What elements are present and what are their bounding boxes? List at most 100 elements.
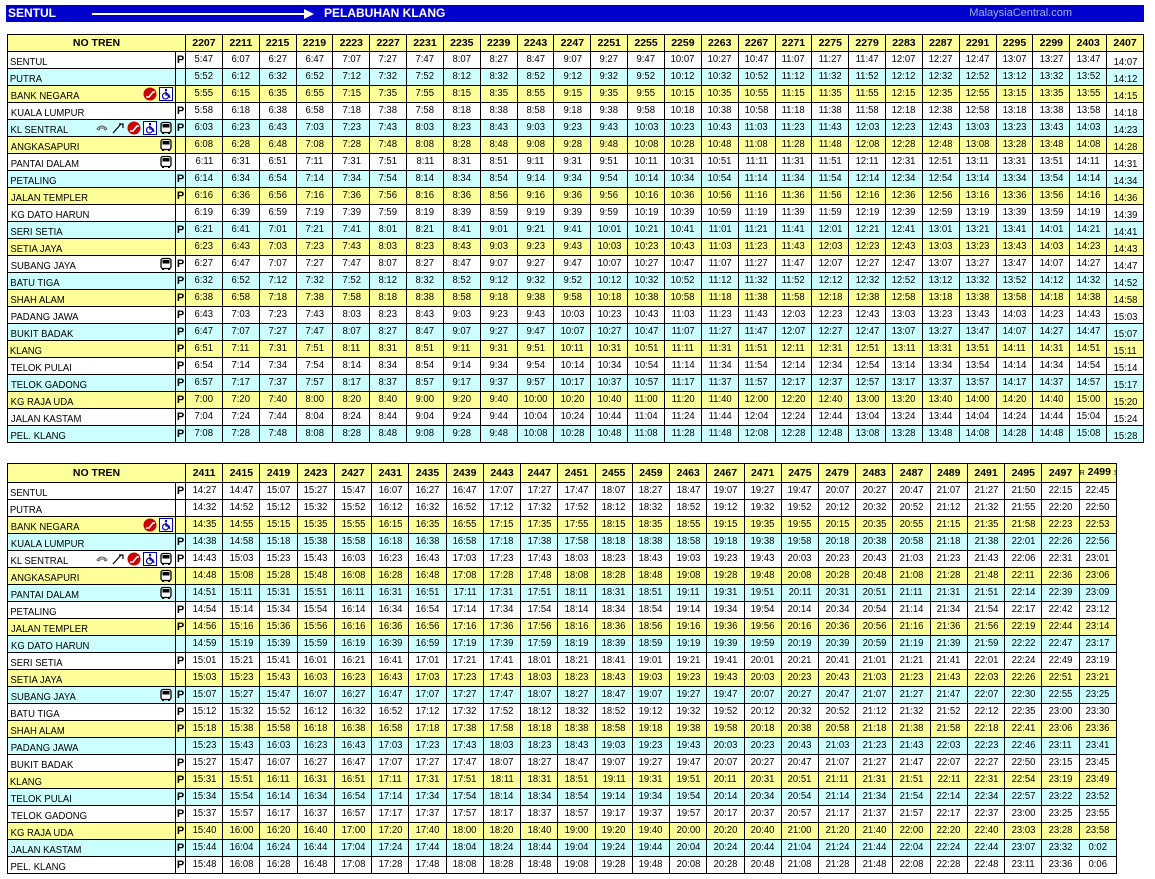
train-number: 2279 [848,34,887,52]
departure-time-text: 7:58 [342,292,361,303]
departure-time: 18:18 [520,720,559,738]
departure-time: 7:03 [295,119,334,137]
departure-time-text: 11:27 [745,258,769,269]
departure-time: 14:27 [1069,255,1108,273]
departure-time-text: 18:14 [490,791,514,802]
departure-time-text: 6:47 [305,54,324,65]
departure-time-text: 21:36 [936,621,961,632]
departure-time: 14:47 [1106,255,1144,273]
departure-time-text: 13:27 [1039,54,1064,65]
departure-time: 15:01 [184,652,224,670]
departure-time-text: 17:20 [378,825,403,836]
departure-time: 13:58 [1069,102,1108,120]
departure-time-text: 7:16 [305,190,324,201]
departure-time-text: 16:43 [341,740,365,751]
departure-time: 18:36 [594,618,633,636]
departure-time-text: 21:43 [936,672,961,683]
station-name: PETALING [10,607,57,618]
departure-time-text: 21:07 [936,485,961,496]
departure-time-text: 7:11 [305,156,324,167]
departure-time-text: 16:31 [303,774,328,785]
departure-time-text: 18:07 [601,485,626,496]
departure-time-text: 22:24 [1011,655,1036,666]
departure-time-text: 19:15 [713,519,738,530]
departure-time: 15:38 [222,720,261,738]
departure-time: 10:24 [553,408,592,426]
train-number: 2207 [185,34,223,52]
station-row: BUKIT BADAK P 15:27 15:47 16:07 16:27 16:47 17:… [7,754,1118,772]
departure-time: 6:16 [185,187,223,205]
departure-time: 16:07 [296,686,335,704]
departure-time: 23:12 [1078,601,1118,619]
departure-time-text: 18:03 [490,740,514,751]
departure-time: 18:28 [482,856,522,874]
departure-time: 17:17 [371,805,410,823]
departure-time-text: 19:03 [601,740,626,751]
departure-time-text: 15:59 [303,638,328,649]
departure-time-text: 8:00 [305,394,324,405]
departure-time-text: 11:41 [781,224,805,235]
departure-time-text: 18:24 [490,842,514,853]
departure-time-text: 18:11 [564,587,589,598]
departure-time: 6:41 [221,221,260,239]
departure-time: 22:36 [1041,567,1080,585]
departure-time: 8:41 [442,221,481,239]
departure-time: 7:51 [369,153,408,171]
departure-time-text: 18:36 [601,621,626,632]
departure-time: 20:32 [855,499,894,517]
station-name: JALAN TEMPLER [11,624,88,635]
train-number: 2435 [408,463,447,483]
departure-time-text: 22:04 [899,842,924,853]
departure-time-text: 19:12 [639,706,663,717]
departure-time-text: 14:43 [1076,309,1101,320]
departure-time: 13:40 [921,391,960,409]
departure-time: 21:00 [780,822,819,840]
departure-time: 11:11 [663,340,702,358]
departure-time-text: 21:47 [899,757,924,768]
departure-time-text: 13:27 [965,258,990,269]
departure-time-text: 15:03 [192,672,216,683]
departure-time: 12:51 [921,153,960,171]
departure-time: 7:27 [295,255,334,273]
departure-time-text: 23:15 [1048,757,1073,768]
departure-time-text: 15:14 [1113,363,1137,374]
station-row: SHAH ALAM P 15:18 15:38 15:58 16:18 16:38 16:58… [7,720,1118,738]
escalator-icon [143,87,157,101]
departure-time: 6:36 [221,187,260,205]
train-number: 2299 [1032,34,1071,52]
departure-time-text: 9:58 [636,105,656,116]
departure-time-text: 23:41 [1085,740,1110,751]
departure-time-text: 17:52 [564,502,589,513]
departure-time-text: 20:15 [825,519,849,530]
departure-time: 8:12 [369,272,408,290]
departure-time: 6:51 [185,340,223,358]
bus-icon [159,138,173,152]
departure-time: 15:18 [184,720,224,738]
departure-time: 20:08 [780,567,819,585]
departure-time: 14:56 [184,618,224,636]
departure-time-text: 13:32 [1039,71,1064,82]
departure-time: 14:38 [1069,289,1108,307]
departure-time-text: 13:43 [965,309,990,320]
departure-time-text: 9:52 [563,275,582,286]
departure-time: 9:27 [590,51,629,69]
departure-time-text: 16:40 [303,825,328,836]
departure-time-text: 20:03 [713,740,738,751]
departure-time: 10:38 [700,102,739,120]
departure-time-text: 14:07 [1002,326,1027,337]
departure-time: 12:39 [885,204,923,222]
departure-time: 11:12 [774,68,813,86]
departure-time: 10:11 [553,340,592,358]
departure-time-text: 17:58 [490,723,514,734]
departure-time: 11:58 [774,289,813,307]
departure-time-text: 9:47 [526,326,545,337]
departure-time-text: 7:03 [268,241,287,252]
departure-time: 10:20 [553,391,592,409]
departure-time-text: 11:12 [781,71,805,82]
departure-time-text: 7:43 [305,309,324,320]
departure-time-text: 10:08 [523,428,548,439]
train-number: 2255 [627,34,665,52]
departure-time: 19:18 [631,720,671,738]
departure-time-text: 16:08 [341,570,365,581]
departure-time-text: 10:32 [707,71,732,82]
